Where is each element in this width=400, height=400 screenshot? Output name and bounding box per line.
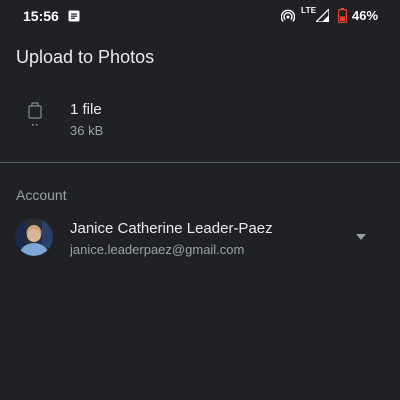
notification-icon	[68, 10, 80, 22]
file-size: 36 kB	[70, 123, 104, 138]
signal-icon	[316, 9, 329, 22]
chevron-down-icon[interactable]	[355, 233, 367, 241]
battery-icon	[338, 8, 347, 23]
battery-level-fill	[340, 16, 345, 21]
account-section-header: Account	[16, 187, 67, 203]
file-icon	[28, 102, 42, 126]
status-time: 15:56	[23, 8, 59, 24]
hotspot-icon	[281, 9, 295, 22]
battery-percent: 46%	[352, 8, 379, 23]
avatar	[15, 218, 53, 256]
account-selector[interactable]: Janice Catherine Leader-Paez janice.lead…	[0, 212, 400, 264]
file-summary: 1 file 36 kB	[0, 90, 400, 150]
account-email: janice.leaderpaez@gmail.com	[70, 242, 245, 257]
account-name: Janice Catherine Leader-Paez	[70, 220, 273, 237]
dialog-title: Upload to Photos	[16, 47, 155, 67]
divider	[0, 162, 400, 163]
network-type-label: LTE	[301, 6, 317, 15]
status-bar: 15:56 LTE 46%	[0, 0, 400, 32]
file-count: 1 file	[70, 101, 102, 118]
